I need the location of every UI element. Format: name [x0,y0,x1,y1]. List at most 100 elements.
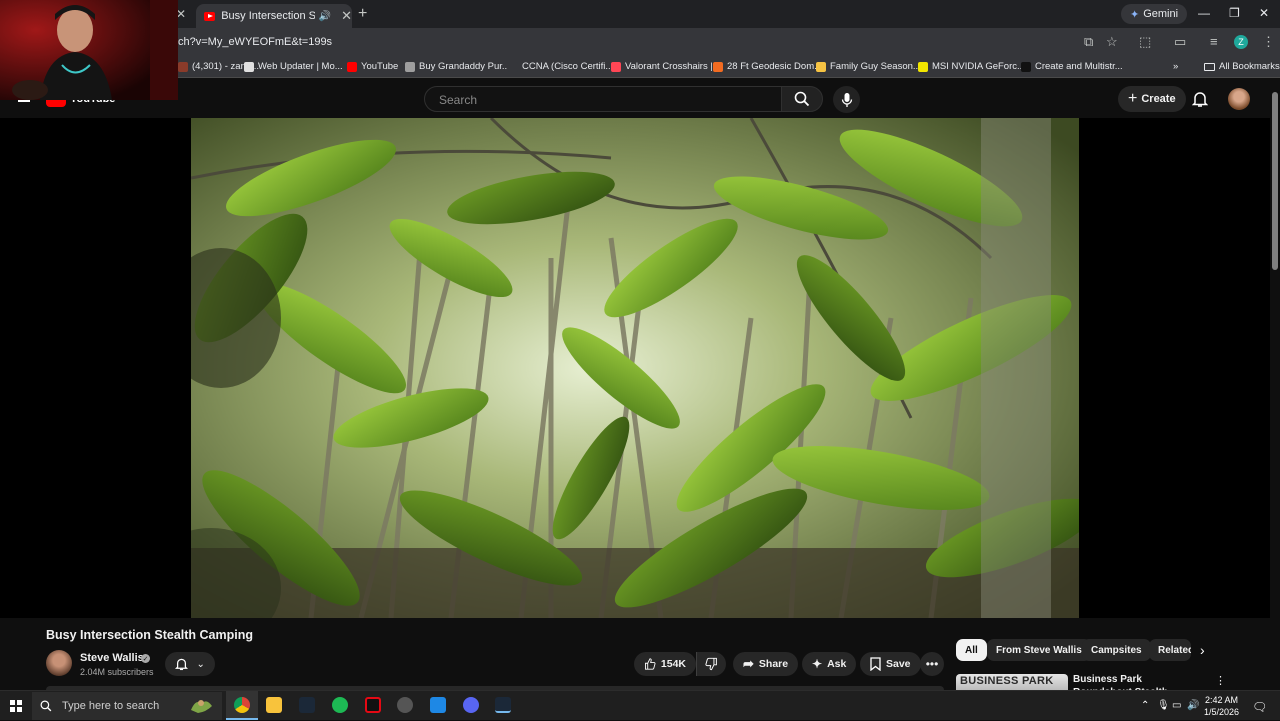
chevron-right-icon[interactable]: › [1200,642,1205,658]
share-button[interactable]: ➦ Share [733,652,799,676]
windows-start-icon[interactable] [10,700,22,712]
bookmark-label: Valorant Crosshairs |... [625,61,721,72]
notification-center-icon[interactable]: 🗨 [1252,700,1267,714]
bookmarks-overflow-icon[interactable]: » [1173,61,1178,72]
bookmark-item[interactable]: Family Guy Season... [816,61,921,72]
file-explorer-icon[interactable] [266,697,282,713]
bookmark-label: 28 Ft Geodesic Dom... [727,61,823,72]
clock-time: 2:42 AM [1205,695,1239,705]
all-bookmarks-button[interactable]: All Bookmarks [1204,61,1280,72]
notifications-button[interactable] [1191,90,1209,113]
window-close-icon[interactable]: ✕ [1259,6,1269,20]
netflix-icon[interactable] [365,697,381,713]
create-label: Create [1141,93,1176,105]
sparkle-icon: ✦ [812,657,823,671]
search-input[interactable]: Search [424,86,782,112]
share-label: Share [758,658,789,670]
thumbs-down-icon [705,657,717,671]
like-count: 154K [660,658,686,670]
bookmark-item[interactable]: CCNA (Cisco Certifi... [508,61,613,72]
all-bookmarks-label: All Bookmarks [1219,61,1280,72]
account-avatar[interactable] [1228,88,1250,110]
subscriber-count: 2.04M subscribers [80,667,154,677]
app-icon[interactable] [430,697,446,713]
bookmark-label: Create and Multistr... [1035,61,1123,72]
tab-title: Busy Intersection Stealth Ca [221,10,315,22]
channel-name[interactable]: Steve Wallis [80,652,144,664]
verified-badge-icon: ✓ [141,654,150,663]
spotify-icon[interactable] [332,697,348,713]
search-icon [40,700,52,712]
ask-button[interactable]: ✦ Ask [802,652,857,676]
microphone-tray-icon[interactable]: 🎙 [1157,700,1170,711]
msi-icon [918,61,928,72]
bookmark-label: YouTube [361,61,399,72]
steam-icon[interactable] [299,697,315,713]
plus-icon: + [1128,90,1138,107]
address-bar[interactable]: ch?v=My_eWYEOFmE&t=199s [178,36,332,48]
dislike-button[interactable] [696,652,726,676]
recommended-title[interactable]: Business Park Roundabout Stealth Camping [1073,673,1198,690]
bookmark-item[interactable]: Valorant Crosshairs |... [611,61,721,72]
chrome-menu-icon[interactable]: ⋮ [1262,34,1275,50]
bookmark-label: Buy Grandaddy Pur... [419,61,510,72]
bookmark-item[interactable]: Create and Multistr... [1021,61,1123,72]
network-icon[interactable]: ▭ [1172,700,1181,711]
bookmark-item[interactable]: 28 Ft Geodesic Dom... [713,61,822,72]
kebab-menu-icon[interactable]: ⋮ [1215,674,1226,687]
discord-icon[interactable] [463,697,479,713]
chip-campsites[interactable]: Campsites [1082,639,1151,661]
close-tab-icon[interactable]: ✕ [341,8,352,24]
restore-icon[interactable]: ❐ [1229,6,1240,20]
bookmark-label: CCNA (Cisco Certifi... [522,61,614,72]
search-button[interactable] [781,86,823,112]
like-button[interactable]: 154K [634,652,696,676]
steam-icon-2[interactable] [495,697,511,713]
bookmark-label: Family Guy Season... [830,61,921,72]
taskbar-clock[interactable]: 2:42 AM 1/5/2026 [1204,694,1239,718]
share-arrow-icon: ➦ [743,656,754,671]
chip-related[interactable]: Related [1149,639,1191,661]
volume-icon[interactable]: 🔊 [1187,700,1199,711]
thumbs-up-icon [645,658,656,670]
speaker-icon[interactable]: 🔊 [319,11,331,22]
bookmark-item[interactable]: YouTube [347,61,398,72]
browser-tab-strip [0,0,1280,28]
tray-overflow-icon[interactable]: ⌃ [1141,700,1149,711]
chip-all[interactable]: All [956,639,987,661]
x-icon [611,61,621,72]
page-icon [405,61,415,72]
save-button[interactable]: Save [860,652,921,676]
bookmark-item[interactable]: Buy Grandaddy Pur... [405,61,510,72]
thumbnail-text: BUSINESS PARK [960,675,1054,687]
bookmark-star-icon[interactable]: ☆ [1106,34,1118,50]
microphone-icon [841,92,852,107]
create-button[interactable]: + Create [1118,86,1186,112]
video-player[interactable] [191,118,1079,618]
more-actions-icon[interactable]: ••• [920,652,944,676]
minimize-icon[interactable]: — [1198,6,1210,20]
video-frame-foliage [191,118,1079,618]
obs-icon[interactable] [397,697,413,713]
tab-video[interactable]: Busy Intersection Stealth Ca 🔊 ✕ [196,4,352,28]
webcam-overlay [0,0,178,100]
scrollbar-thumb[interactable] [1272,92,1278,270]
new-tab-button[interactable]: + [358,5,367,23]
channel-avatar[interactable] [46,650,72,676]
profile-icon[interactable]: Z [1234,35,1248,49]
subscription-bell-button[interactable]: ⌄ [165,652,215,676]
search-icon [794,91,810,107]
e-icon [713,61,723,72]
bookmark-item[interactable]: Web Updater | Mo... [244,61,343,72]
cast-icon[interactable]: ▭ [1174,34,1186,50]
menu-icon[interactable] [18,100,30,102]
chip-from-channel[interactable]: From Steve Wallis [987,639,1091,661]
extensions-icon[interactable]: ⬚ [1139,34,1151,50]
media-controls-icon[interactable]: ≡ [1210,34,1218,49]
youtube-icon [347,61,357,72]
voice-search-button[interactable] [833,86,860,113]
gemini-button[interactable]: ✦ Gemini [1121,4,1188,24]
recommended-thumbnail[interactable]: BUSINESS PARK [956,674,1068,690]
bookmark-item[interactable]: MSI NVIDIA GeForc... [918,61,1025,72]
install-app-icon[interactable]: ⧉ [1084,34,1093,50]
